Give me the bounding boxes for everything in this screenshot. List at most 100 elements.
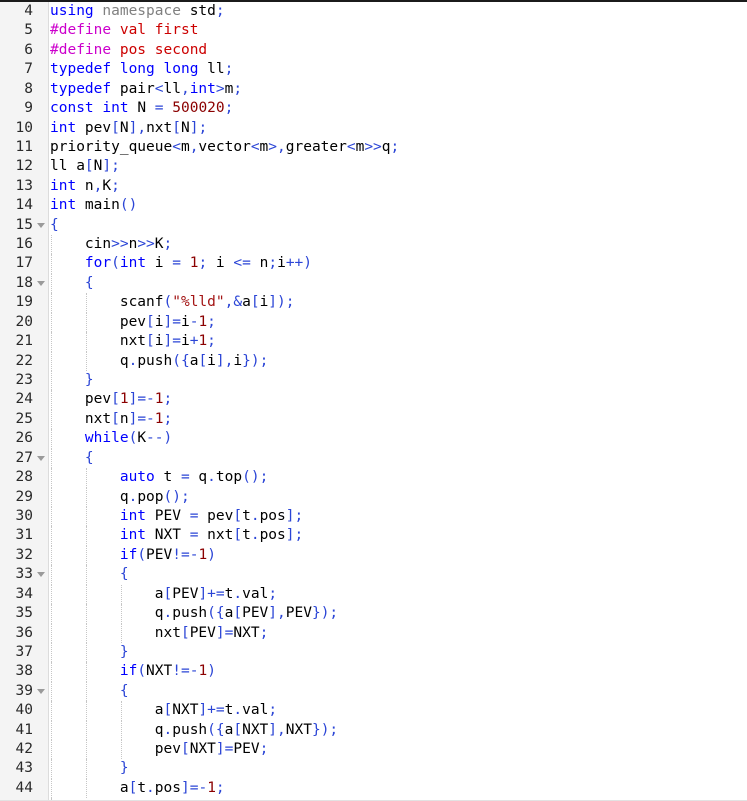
code-text[interactable]: pev[1]=-1; [50, 390, 172, 409]
code-line[interactable]: 43 } [0, 759, 747, 779]
code-line[interactable]: 26 while(K--) [0, 429, 747, 449]
code-text[interactable]: cin>>n>>K; [50, 235, 172, 254]
code-text[interactable]: q.push({a[PEV],PEV}); [50, 604, 338, 623]
code-line[interactable]: 41 q.push({a[NXT],NXT}); [0, 720, 747, 741]
code-text[interactable]: int NXT = nxt[t.pos]; [50, 526, 303, 545]
code-line[interactable]: 21 nxt[i]=i+1; [0, 332, 747, 352]
code-text[interactable]: #define val first [50, 21, 198, 40]
code-line[interactable]: 22 q.push({a[i],i}); [0, 351, 747, 372]
line-number: 32 [15, 546, 33, 563]
code-line[interactable]: 35 q.push({a[PEV],PEV}); [0, 604, 747, 624]
indent-guide [85, 487, 87, 507]
code-text[interactable]: a[NXT]+=t.val; [50, 701, 277, 720]
code-text[interactable]: while(K--) [50, 429, 172, 448]
code-text[interactable]: } [50, 759, 129, 778]
code-line[interactable]: 15 { [0, 216, 747, 235]
code-line[interactable]: 39 { [0, 681, 747, 702]
code-text[interactable]: { [50, 565, 129, 584]
code-line[interactable]: 23 } [0, 371, 747, 391]
token-id: K [154, 236, 164, 253]
token-op: , [180, 80, 190, 97]
code-line[interactable]: 20 pev[i]=i-1; [0, 312, 747, 333]
code-text[interactable]: pev[NXT]=PEV; [50, 740, 269, 759]
code-text[interactable]: } [50, 371, 94, 390]
code-text[interactable]: int pev[N],nxt[N]; [50, 119, 207, 138]
code-line[interactable]: 40 a[NXT]+=t.val; [0, 701, 747, 721]
code-line[interactable]: 9 const int N = 500020; [0, 99, 747, 118]
code-line[interactable]: 32 if(PEV!=-1) [0, 545, 747, 566]
code-line[interactable]: 34 a[PEV]+=t.val; [0, 584, 747, 605]
code-line[interactable]: 13 int n,K; [0, 177, 747, 196]
code-text[interactable]: { [50, 274, 94, 293]
fold-toggle-icon[interactable] [36, 565, 47, 584]
code-line[interactable]: 44 a[t.pos]=-1; [0, 778, 747, 799]
code-line[interactable]: 8 typedef pair<ll,int>m; [0, 80, 747, 99]
code-text[interactable]: a[PEV]+=t.val; [50, 585, 277, 604]
code-text[interactable]: nxt[i]=i+1; [50, 332, 216, 351]
fold-toggle-icon[interactable] [36, 682, 47, 701]
code-text[interactable]: int main() [50, 196, 137, 215]
token-id [155, 61, 164, 77]
code-text[interactable]: nxt[PEV]=NXT; [50, 624, 269, 643]
code-line[interactable]: 24 pev[1]=-1; [0, 390, 747, 410]
code-line[interactable]: 4 using namespace std; [0, 2, 747, 21]
token-kw: int [119, 527, 147, 544]
code-text[interactable]: priority_queue<m,vector<m>,greater<m>>q; [50, 138, 399, 157]
code-text[interactable]: a[t.pos]=-1; [50, 779, 225, 798]
line-number: 29 [15, 488, 33, 505]
line-number: 14 [15, 197, 33, 214]
code-text[interactable]: auto t = q.top(); [50, 468, 268, 487]
code-line[interactable]: 17 for(int i = 1; i <= n;i++) [0, 254, 747, 274]
code-line[interactable]: 30 int PEV = pev[t.pos]; [0, 506, 747, 527]
code-line[interactable]: 36 nxt[PEV]=NXT; [0, 623, 747, 643]
code-text[interactable]: if(PEV!=-1) [50, 546, 216, 565]
line-number: 13 [15, 177, 33, 194]
code-line[interactable]: 42 pev[NXT]=PEV; [0, 740, 747, 760]
code-line[interactable]: 14 int main() [0, 196, 747, 215]
code-text[interactable]: { [50, 682, 129, 701]
code-text[interactable]: int PEV = pev[t.pos]; [50, 507, 303, 526]
code-line[interactable]: 31 int NXT = nxt[t.pos]; [0, 526, 747, 546]
code-text[interactable]: if(NXT!=-1) [50, 662, 216, 681]
code-line[interactable]: 19 scanf("%lld",&a[i]); [0, 293, 747, 313]
code-text[interactable]: { [50, 216, 59, 235]
code-text[interactable]: typedef long long ll; [50, 60, 233, 79]
code-text[interactable]: const int N = 500020; [50, 99, 233, 118]
code-text[interactable]: { [50, 449, 94, 468]
code-line[interactable]: 18 { [0, 273, 747, 294]
code-text[interactable]: #define pos second [50, 41, 207, 60]
code-line[interactable]: 6 #define pos second [0, 41, 747, 60]
code-line[interactable]: 33 { [0, 565, 747, 585]
code-line[interactable]: 12 ll a[N]; [0, 157, 747, 176]
fold-toggle-icon[interactable] [36, 274, 47, 293]
code-text[interactable]: typedef pair<ll,int>m; [50, 80, 242, 99]
code-text[interactable]: } [50, 643, 129, 662]
code-text[interactable]: for(int i = 1; i <= n;i++) [50, 254, 312, 273]
token-id: i [259, 294, 269, 311]
code-editor[interactable]: 4 using namespace std; 5 #define val first 6… [0, 0, 747, 801]
code-line[interactable]: 29 q.pop(); [0, 487, 747, 507]
code-line[interactable]: 25 nxt[n]=-1; [0, 409, 747, 430]
code-line[interactable]: 16 cin>>n>>K; [0, 235, 747, 255]
code-text[interactable]: nxt[n]=-1; [50, 410, 172, 429]
code-line[interactable]: 5 #define val first [0, 21, 747, 40]
fold-toggle-icon[interactable] [36, 449, 47, 468]
code-text[interactable]: q.push({a[i],i}); [50, 352, 268, 371]
code-line[interactable]: 37 } [0, 642, 747, 663]
code-line[interactable]: 10 int pev[N],nxt[N]; [0, 119, 747, 138]
code-line[interactable]: 38 if(NXT!=-1) [0, 662, 747, 682]
code-text[interactable]: int n,K; [50, 177, 120, 196]
code-text[interactable]: pev[i]=i-1; [50, 313, 216, 332]
code-text[interactable]: q.push({a[NXT],NXT}); [50, 721, 338, 740]
token-id: i [154, 333, 164, 350]
code-line[interactable]: 11 priority_queue<m,vector<m>,greater<m>>… [0, 138, 747, 157]
code-text[interactable]: q.pop(); [50, 488, 190, 507]
code-text[interactable]: using namespace std; [50, 2, 225, 21]
code-lines-container[interactable]: 4 using namespace std; 5 #define val first 6… [0, 2, 747, 801]
code-line[interactable]: 27 { [0, 448, 747, 469]
code-text[interactable]: ll a[N]; [50, 157, 120, 176]
token-op: { [119, 566, 129, 583]
code-line[interactable]: 7 typedef long long ll; [0, 60, 747, 79]
code-line[interactable]: 28 auto t = q.top(); [0, 468, 747, 488]
fold-toggle-icon[interactable] [36, 216, 47, 235]
